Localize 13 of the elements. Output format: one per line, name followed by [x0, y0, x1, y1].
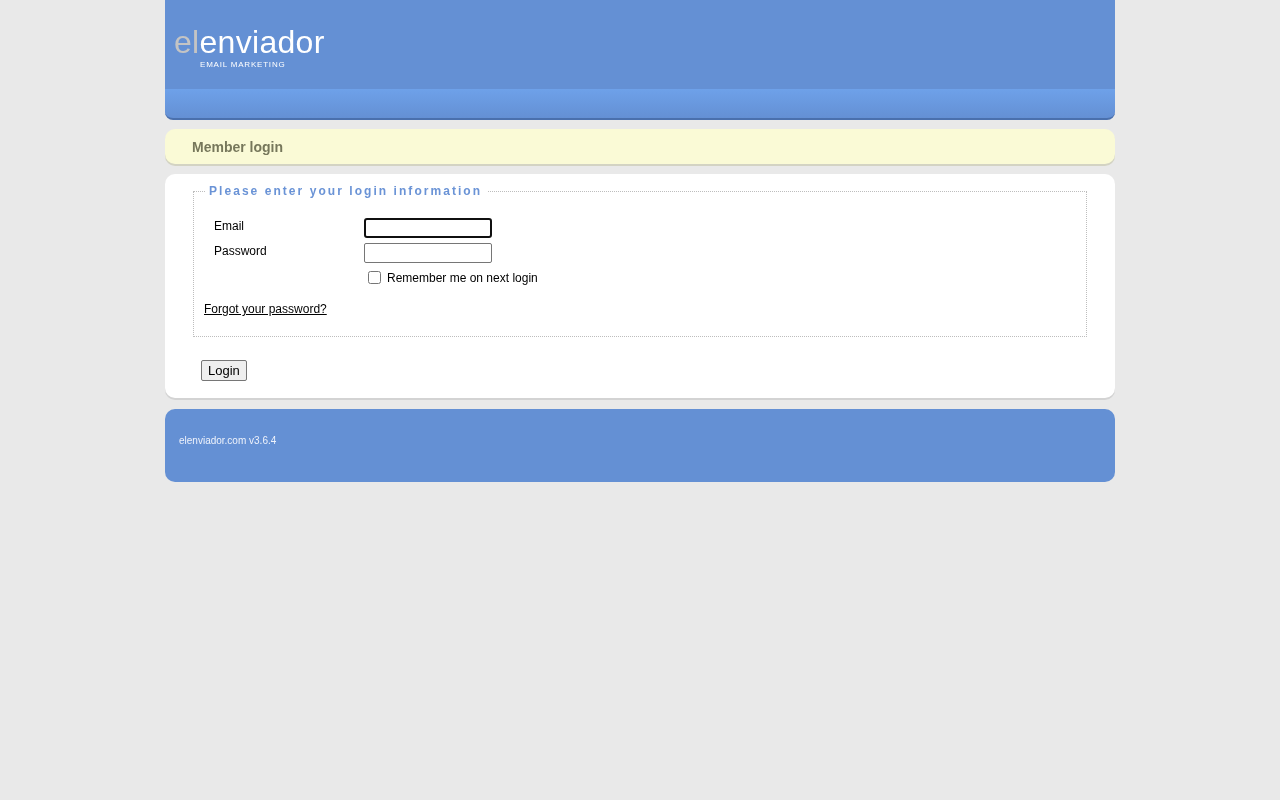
page-title: Member login — [192, 138, 283, 155]
forgot-password-link[interactable]: Forgot your password? — [204, 302, 327, 316]
remember-label: Remember me on next login — [387, 270, 538, 285]
fieldset-legend: Please enter your login information — [205, 184, 489, 198]
logo-wordmark: elenviador — [174, 25, 325, 59]
logo-tagline: EMAIL MARKETING — [200, 60, 286, 70]
field-label: Password — [214, 243, 268, 258]
remember-checkbox[interactable] — [368, 270, 381, 284]
version-text: elenviador.com v3.6.4 — [179, 435, 277, 446]
input-field[interactable] — [364, 243, 492, 263]
login-button[interactable]: Login — [201, 360, 247, 381]
input-field[interactable] — [364, 218, 492, 238]
field-label: Email — [214, 218, 245, 233]
